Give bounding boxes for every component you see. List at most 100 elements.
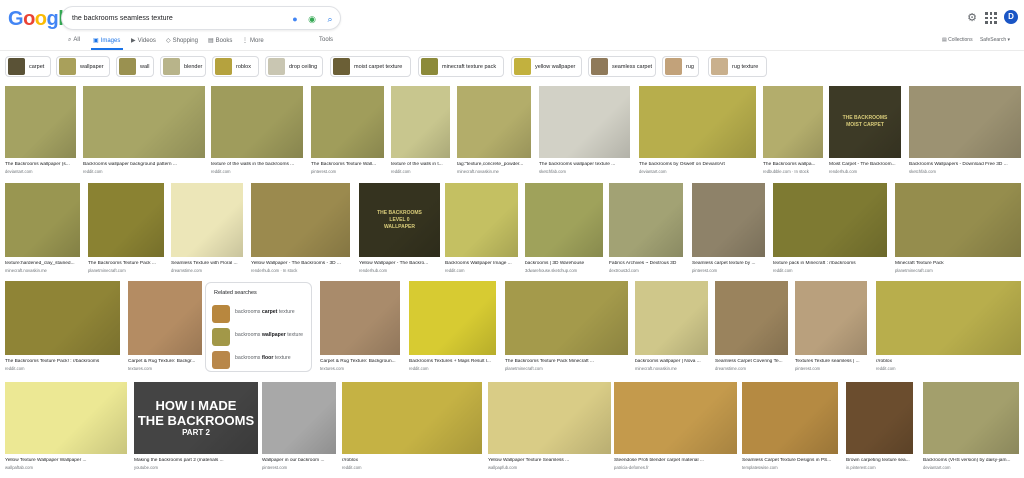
result-title[interactable]: Seamless Texture with Floral ... — [171, 261, 243, 266]
image-result-card[interactable]: texture of the walls in the backrooms ..… — [211, 86, 303, 178]
image-result-card[interactable]: The backrooms wallpaper texture ... sketc… — [539, 86, 630, 178]
image-result-card[interactable]: Backrooms Wallpaper Image ... reddit.com — [445, 183, 518, 277]
image-result-card[interactable]: The Backrooms Texture Wall... pinterest.c… — [311, 86, 384, 178]
result-thumbnail[interactable] — [609, 183, 683, 257]
result-title[interactable]: The Backrooms wallpaper (s... — [5, 162, 76, 167]
result-thumbnail[interactable]: THE BACKROOMS LEVEL 0 WALLPAPER — [359, 183, 440, 257]
result-title[interactable]: The Backrooms Texture Pack! : r/backroom… — [5, 359, 120, 364]
result-thumbnail[interactable] — [5, 86, 76, 158]
result-thumbnail[interactable] — [635, 281, 708, 355]
result-title[interactable]: Seamless Carpet Covering Te... — [715, 359, 788, 364]
result-title[interactable]: Seamless carpet texture by ... — [692, 261, 765, 266]
result-thumbnail[interactable] — [763, 86, 823, 158]
image-result-card[interactable]: Yellow Texture Wallpaper Wallpaper ... wa… — [5, 382, 127, 474]
result-title[interactable]: The Backrooms Texture Pack Minecraft ... — [505, 359, 628, 364]
result-title[interactable]: r/roblox — [876, 359, 1021, 364]
result-thumbnail[interactable] — [614, 382, 737, 454]
result-title[interactable]: Seamless Carpet Texture Designs in PS... — [742, 458, 838, 463]
image-result-card[interactable]: backrooms wallpaper | Nova ... minecraft.… — [635, 281, 708, 375]
result-thumbnail[interactable] — [795, 281, 867, 355]
result-thumbnail[interactable] — [773, 183, 887, 257]
image-result-card[interactable]: The Backrooms Texture Pack ... planetmine… — [88, 183, 164, 277]
result-thumbnail[interactable] — [211, 86, 303, 158]
image-result-card[interactable]: Minecraft Texture Pack planetminecraft.co… — [895, 183, 1021, 277]
result-thumbnail[interactable] — [445, 183, 518, 257]
image-result-card[interactable]: Carpet & Rug Texture: Backgroun... textur… — [320, 281, 400, 375]
result-thumbnail[interactable] — [895, 183, 1021, 257]
result-thumbnail[interactable] — [692, 183, 765, 257]
result-title[interactable]: texture:hardened_clay_stained... — [5, 261, 80, 266]
image-result-card[interactable]: Seamless carpet texture by ... pinterest.… — [692, 183, 765, 277]
result-title[interactable]: r/roblox — [342, 458, 482, 463]
result-thumbnail[interactable] — [457, 86, 531, 158]
image-result-card[interactable]: Textures Texture seamless | ... pinterest… — [795, 281, 867, 375]
result-thumbnail[interactable] — [742, 382, 838, 454]
result-thumbnail[interactable] — [525, 183, 603, 257]
result-title[interactable]: backrooms | 3D Warehouse — [525, 261, 603, 266]
result-title[interactable]: Carpet & Rug Texture: Backgroun... — [320, 359, 400, 364]
related-search-item[interactable]: backrooms floor texture — [212, 351, 310, 369]
result-title[interactable]: Making the backrooms part 2 (materials .… — [134, 458, 258, 463]
result-title[interactable]: Backrooms Wallpapers - Download Free 3D … — [909, 162, 1021, 167]
result-thumbnail[interactable] — [320, 281, 400, 355]
result-title[interactable]: Minecraft Texture Pack — [895, 261, 1021, 266]
image-result-card[interactable]: backrooms | 3D Warehouse 3dwarehouse.sket… — [525, 183, 603, 277]
result-title[interactable]: Backrooms Textures + Maps Result l... — [409, 359, 496, 364]
image-result-card[interactable]: The Backrooms Texture Pack! : r/backroom… — [5, 281, 120, 375]
image-result-card[interactable]: HOW I MADE THE BACKROOMS PART 2 Making the … — [134, 382, 258, 474]
result-thumbnail[interactable] — [311, 86, 384, 158]
result-thumbnail[interactable] — [876, 281, 1021, 355]
image-result-card[interactable]: Brown carpeting texture sea... in.pintere… — [846, 382, 913, 474]
result-thumbnail[interactable] — [409, 281, 496, 355]
image-result-card[interactable]: THE BACKROOMS LEVEL 0 WALLPAPER Yellow Wall… — [359, 183, 440, 277]
result-thumbnail[interactable] — [539, 86, 630, 158]
image-result-card[interactable]: The Backrooms wallpa... redbubble.com · I… — [763, 86, 823, 178]
result-title[interactable]: texture of the walls in t... — [391, 162, 450, 167]
result-title[interactable]: texture of the walls in the backrooms ..… — [211, 162, 303, 167]
related-search-item[interactable]: backrooms wallpaper texture — [212, 328, 310, 346]
result-thumbnail[interactable]: THE BACKROOMS MOIST CARPET — [829, 86, 901, 158]
result-title[interactable]: Carpet & Rug Texture: Backgr... — [128, 359, 202, 364]
result-thumbnail[interactable] — [505, 281, 628, 355]
image-result-card[interactable]: Seamless Texture with Floral ... dreamsti… — [171, 183, 243, 277]
result-title[interactable]: Yellow Wallpaper - The Backrooms - 3D ..… — [251, 261, 350, 266]
result-title[interactable]: The Backrooms wallpa... — [763, 162, 823, 167]
result-title[interactable]: Steendose Profi blender carpet material … — [614, 458, 737, 463]
result-thumbnail[interactable] — [923, 382, 1019, 454]
result-title[interactable]: Wallpaper in our backroom ... — [262, 458, 336, 463]
image-result-card[interactable]: The Backrooms Texture Pack Minecraft ...… — [505, 281, 628, 375]
result-thumbnail[interactable] — [639, 86, 756, 158]
image-result-card[interactable]: tag:"texture,concrete_powder... minecraft… — [457, 86, 531, 178]
result-title[interactable]: Brown carpeting texture sea... — [846, 458, 913, 463]
result-thumbnail[interactable] — [83, 86, 205, 158]
image-result-card[interactable]: Backrooms Wallpapers - Download Free 3D … — [909, 86, 1021, 178]
result-title[interactable]: Backrooms Wallpaper Image ... — [445, 261, 518, 266]
image-result-card[interactable]: Seamless Carpet Covering Te... dreamstime… — [715, 281, 788, 375]
image-result-card[interactable]: Steendose Profi blender carpet material … — [614, 382, 737, 474]
image-result-card[interactable]: Backrooms (VHS version) by daisy-jam... d… — [923, 382, 1019, 474]
result-thumbnail[interactable] — [488, 382, 611, 454]
image-result-card[interactable]: Carpet & Rug Texture: Backgr... textures.… — [128, 281, 202, 375]
result-thumbnail[interactable] — [5, 281, 120, 355]
result-title[interactable]: Yellow Texture Wallpaper Wallpaper ... — [5, 458, 127, 463]
result-thumbnail[interactable] — [342, 382, 482, 454]
result-thumbnail[interactable] — [88, 183, 164, 257]
image-result-card[interactable]: Wallpaper in our backroom ... pinterest.c… — [262, 382, 336, 474]
image-result-card[interactable]: texture pack in Minecraft : r/backrooms r… — [773, 183, 887, 277]
related-search-item[interactable]: backrooms carpet texture — [212, 305, 310, 323]
result-title[interactable]: Backrooms wallpaper background pattern .… — [83, 162, 205, 167]
result-thumbnail[interactable] — [171, 183, 243, 257]
result-title[interactable]: texture pack in Minecraft : r/backrooms — [773, 261, 887, 266]
result-title[interactable]: The backrooms by Oswelf on DeviantArt — [639, 162, 756, 167]
image-result-card[interactable]: Yellow Wallpaper - The Backrooms - 3D ..… — [251, 183, 350, 277]
result-thumbnail[interactable] — [909, 86, 1021, 158]
image-result-card[interactable]: The backrooms by Oswelf on DeviantArt dev… — [639, 86, 756, 178]
result-title[interactable]: Moist Carpet - The Backroom... — [829, 162, 901, 167]
result-thumbnail[interactable] — [715, 281, 788, 355]
result-thumbnail[interactable] — [262, 382, 336, 454]
image-result-card[interactable]: r/roblox reddit.com — [876, 281, 1021, 375]
image-result-card[interactable]: Seamless Carpet Texture Designs in PS...… — [742, 382, 838, 474]
result-title[interactable]: backrooms wallpaper | Nova ... — [635, 359, 708, 364]
result-thumbnail[interactable] — [391, 86, 450, 158]
result-title[interactable]: The Backrooms Texture Pack ... — [88, 261, 164, 266]
